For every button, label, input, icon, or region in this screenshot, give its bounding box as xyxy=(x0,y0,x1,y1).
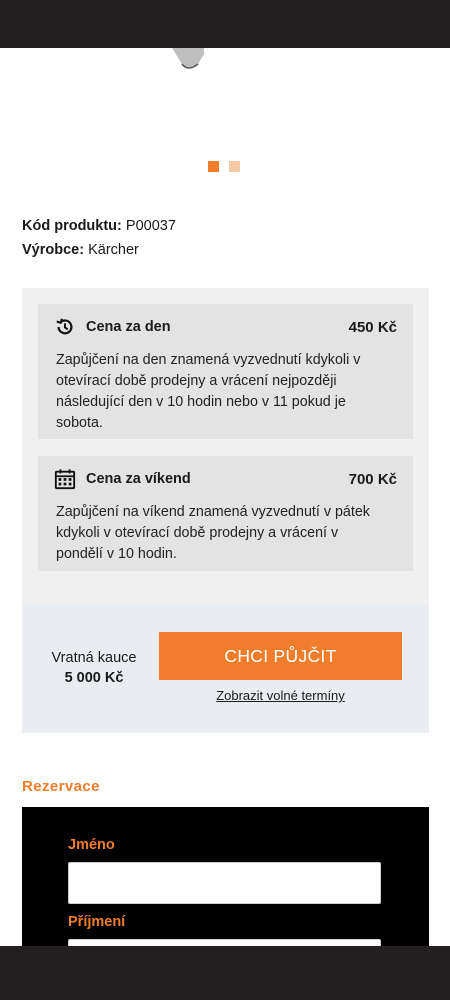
top-bar xyxy=(0,0,450,48)
product-code-label: Kód produktu: xyxy=(22,218,122,234)
product-code-value: P00037 xyxy=(125,218,176,234)
bottom-bar xyxy=(0,946,450,1000)
product-image xyxy=(172,48,204,69)
carousel-dot-1[interactable] xyxy=(208,161,219,172)
rent-button[interactable]: CHCI PŮJČIT xyxy=(159,632,402,680)
product-maker: Výrobce: Kärcher xyxy=(22,242,139,258)
product-maker-label: Výrobce: xyxy=(22,242,85,258)
price-card-weekend-title: Cena za víkend xyxy=(86,471,191,487)
price-card-weekend: Cena za víkend 700 Kč Zapůjčení na víken… xyxy=(38,456,413,571)
text-line: Zapůjčení na den znamená vyzvednutí kdyk… xyxy=(56,352,361,368)
last-name-field[interactable] xyxy=(68,939,381,946)
price-card-day-title: Cena za den xyxy=(86,319,171,335)
reservation-title: Rezervace xyxy=(22,778,100,795)
carousel-dots xyxy=(208,161,240,172)
price-card-weekend-text: Zapůjčení na víkend znamená vyzvednutí v… xyxy=(56,502,399,565)
text-line: sobota. xyxy=(56,415,103,431)
price-card-day-header: Cena za den 450 Kč xyxy=(54,316,397,338)
text-line: následující den v 10 hodin nebo v 11 pok… xyxy=(56,394,346,410)
price-card-day: Cena za den 450 Kč Zapůjčení na den znam… xyxy=(38,304,413,439)
price-card-day-text: Zapůjčení na den znamená vyzvednutí kdyk… xyxy=(56,350,399,434)
price-card-day-price: 450 Kč xyxy=(348,318,397,336)
first-name-field[interactable] xyxy=(68,862,381,904)
price-card-weekend-header: Cena za víkend 700 Kč xyxy=(54,468,397,490)
product-code: Kód produktu: P00037 xyxy=(22,218,176,234)
price-card-weekend-price: 700 Kč xyxy=(348,470,397,488)
text-line: kdykoli v otevírací době prodejny a vrác… xyxy=(56,525,339,541)
rent-actions: Vratná kauce 5 000 Kč CHCI PŮJČIT Zobraz… xyxy=(22,604,429,733)
carousel-dot-2[interactable] xyxy=(229,161,240,172)
calendar-icon xyxy=(54,469,76,490)
pricing-panel: Cena za den 450 Kč Zapůjčení na den znam… xyxy=(22,288,429,733)
deposit-amount: 5 000 Kč xyxy=(64,670,124,686)
show-available-dates-link[interactable]: Zobrazit volné termíny xyxy=(159,688,402,703)
product-maker-value: Kärcher xyxy=(88,242,139,258)
first-name-label: Jméno xyxy=(68,837,115,853)
history-clock-icon xyxy=(56,318,73,335)
deposit: Vratná kauce 5 000 Kč xyxy=(36,648,152,688)
reservation-form: Jméno Příjmení xyxy=(22,807,429,946)
text-line: pondělí v 10 hodin. xyxy=(56,546,177,562)
last-name-label: Příjmení xyxy=(68,914,126,930)
deposit-label: Vratná kauce xyxy=(51,650,137,666)
text-line: otevírací době prodejny a vrácení nejpoz… xyxy=(56,373,337,389)
text-line: Zapůjčení na víkend znamená vyzvednutí v… xyxy=(56,504,370,520)
